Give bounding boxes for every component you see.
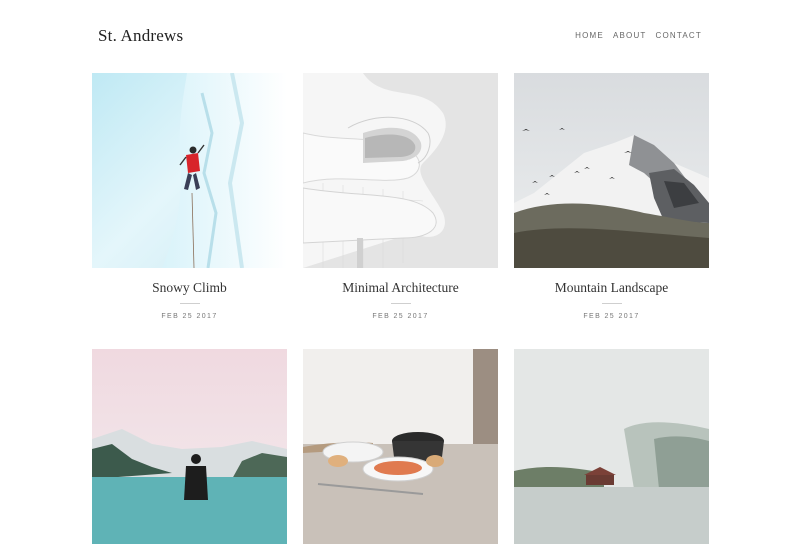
post-date: FEB 25 2017 [161, 313, 218, 320]
post-card-foggy-lake [514, 349, 709, 555]
site-title[interactable]: St. Andrews [98, 26, 183, 46]
post-thumbnail-snowy-climb[interactable] [92, 73, 287, 268]
post-title[interactable]: Snowy Climb [92, 279, 287, 297]
title-divider [390, 303, 411, 304]
post-card-table-food [303, 349, 498, 555]
nav-home-link[interactable]: HOME [575, 31, 604, 40]
post-thumbnail-food[interactable] [303, 349, 498, 544]
foggy-landscape-image [514, 349, 709, 544]
post-thumbnail-lake[interactable] [92, 349, 287, 544]
nav-about-link[interactable]: ABOUT [613, 31, 647, 40]
post-card-snowy-climb: Snowy Climb FEB 25 2017 [92, 73, 287, 320]
post-date: FEB 25 2017 [583, 313, 640, 320]
post-thumbnail-minimal-architecture[interactable] [303, 73, 498, 268]
title-divider [179, 303, 200, 304]
architecture-image [303, 73, 498, 268]
mountain-image [514, 73, 709, 268]
post-card-mountain-landscape: Mountain Landscape FEB 25 2017 [514, 73, 709, 320]
title-divider [601, 303, 622, 304]
post-title[interactable]: Minimal Architecture [303, 279, 498, 297]
lake-silhouette-image [92, 349, 287, 544]
food-table-image [303, 349, 498, 544]
post-card-minimal-architecture: Minimal Architecture FEB 25 2017 [303, 73, 498, 320]
main-nav: HOME ABOUT CONTACT [575, 31, 702, 40]
post-date: FEB 25 2017 [372, 313, 429, 320]
post-card-lake-silhouette [92, 349, 287, 555]
post-thumbnail-mountain-landscape[interactable] [514, 73, 709, 268]
post-title[interactable]: Mountain Landscape [514, 279, 709, 297]
post-thumbnail-foggy[interactable] [514, 349, 709, 544]
ice-climber-image [92, 73, 287, 268]
nav-contact-link[interactable]: CONTACT [656, 31, 702, 40]
